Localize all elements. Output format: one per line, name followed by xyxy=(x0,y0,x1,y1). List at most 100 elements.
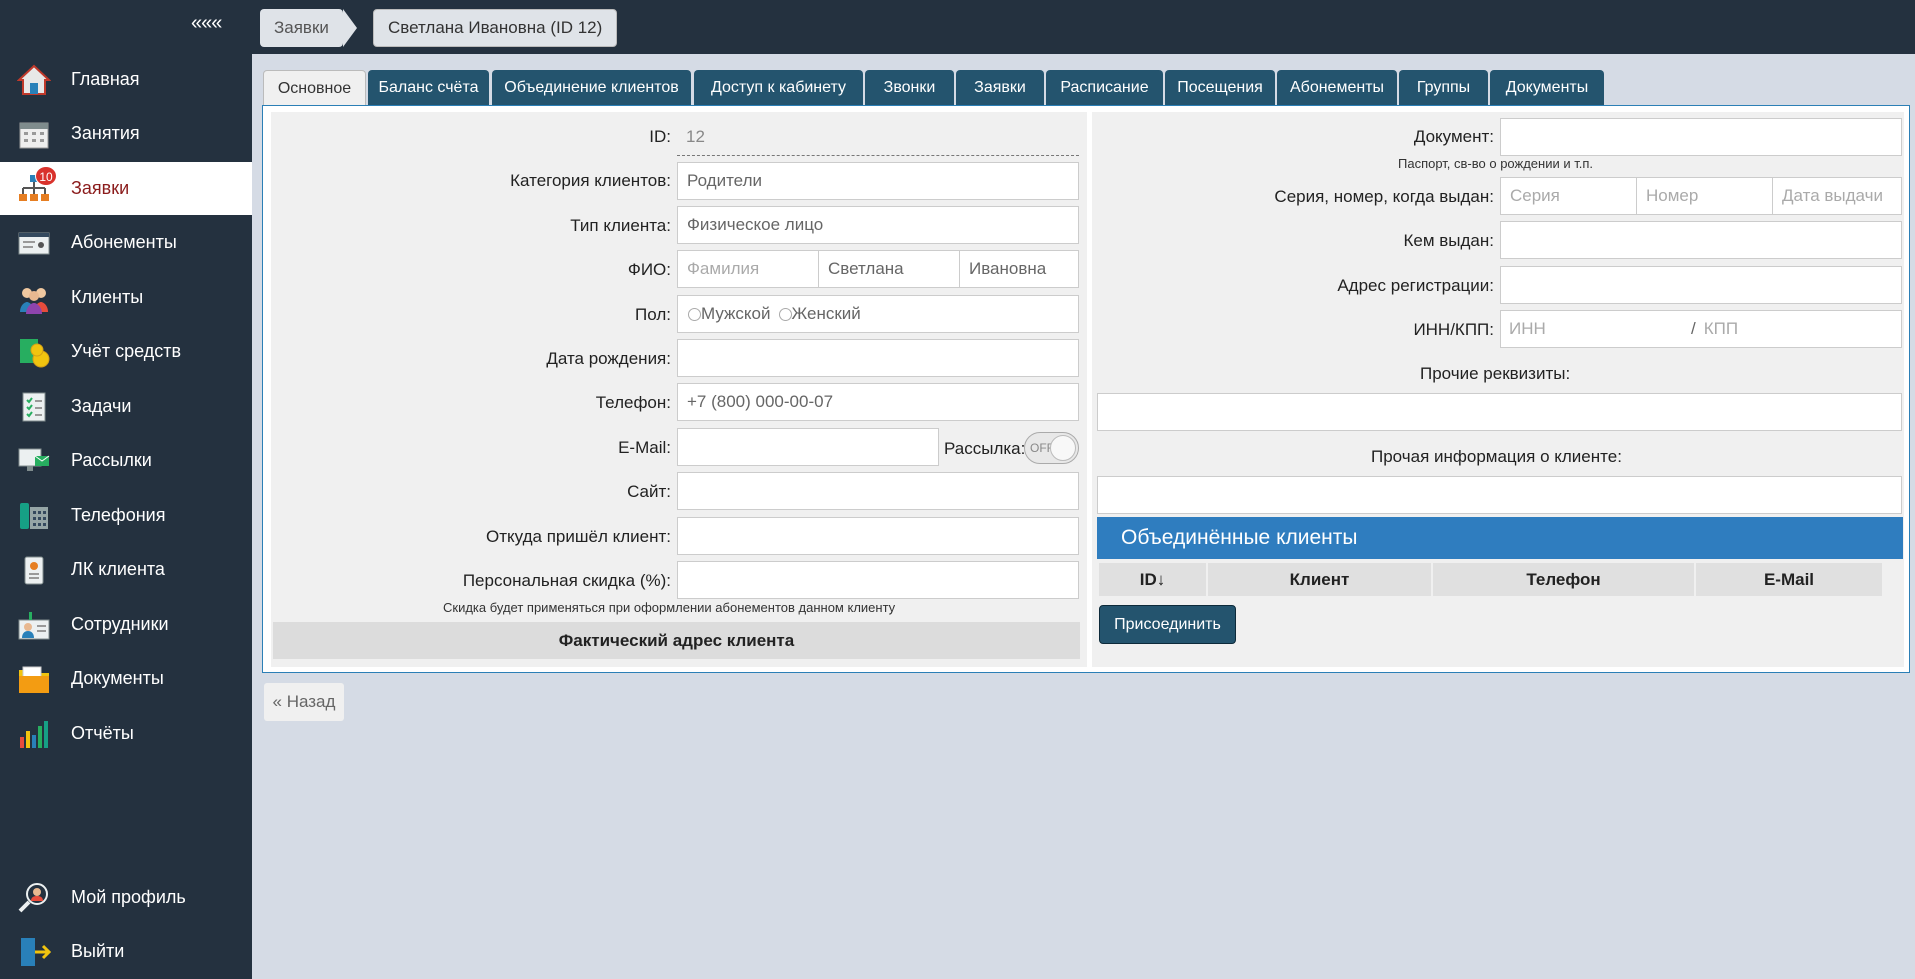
tab-merge-clients[interactable]: Объединение клиентов xyxy=(492,70,691,105)
tab-groups[interactable]: Группы xyxy=(1399,70,1488,105)
gender-label: Пол: xyxy=(635,305,671,324)
sidebar-item-label: Главная xyxy=(71,69,140,89)
sidebar-item-logout[interactable]: Выйти xyxy=(0,925,252,978)
number-input[interactable]: Номер xyxy=(1636,177,1773,215)
column-phone[interactable]: Телефон xyxy=(1433,563,1694,596)
people-icon xyxy=(17,281,51,315)
sidebar-item-documents[interactable]: Документы xyxy=(0,652,252,705)
sidebar-item-client-cabinet[interactable]: ЛК клиента xyxy=(0,543,252,596)
tab-balance[interactable]: Баланс счёта xyxy=(368,70,489,105)
series-label: Серия, номер, когда выдан: xyxy=(1274,187,1494,206)
tab-requests[interactable]: Заявки xyxy=(956,70,1044,105)
tab-subscriptions[interactable]: Абонементы xyxy=(1277,70,1397,105)
gender-male-radio[interactable] xyxy=(688,307,701,321)
phone-input[interactable]: +7 (800) 000-00-07 xyxy=(677,383,1079,421)
tab-calls[interactable]: Звонки xyxy=(865,70,954,105)
sidebar-item-lessons[interactable]: Занятия xyxy=(0,107,252,160)
kpp-input[interactable]: КПП xyxy=(1704,319,1738,339)
gender-female-radio[interactable] xyxy=(778,307,792,321)
employee-icon xyxy=(17,608,51,642)
tab-main[interactable]: Основное xyxy=(263,70,366,106)
sidebar-item-reports[interactable]: Отчёты xyxy=(0,707,252,760)
breadcrumb-requests[interactable]: Заявки xyxy=(260,9,357,47)
sidebar-item-label: Документы xyxy=(71,668,164,688)
sidebar-item-profile[interactable]: Мой профиль xyxy=(0,871,252,924)
discount-hint: Скидка будет применяться при оформлении … xyxy=(443,600,896,615)
tab-schedule[interactable]: Расписание xyxy=(1046,70,1163,105)
sidebar-item-label: Абонементы xyxy=(71,232,177,252)
tab-documents[interactable]: Документы xyxy=(1490,70,1604,105)
folder-icon xyxy=(17,662,51,696)
client-type-select[interactable]: Физическое лицо xyxy=(677,206,1079,244)
other-info-input[interactable] xyxy=(1097,476,1902,514)
column-email[interactable]: E-Mail xyxy=(1696,563,1882,596)
id-label: ID: xyxy=(649,127,671,146)
sidebar-item-home[interactable]: Главная xyxy=(0,53,252,106)
sidebar-item-employees[interactable]: Сотрудники xyxy=(0,598,252,651)
inn-input[interactable]: ИНН xyxy=(1501,319,1691,339)
sidebar-item-label: Клиенты xyxy=(71,287,144,307)
gender-female-label: Женский xyxy=(791,304,861,323)
logout-icon xyxy=(17,935,52,969)
toggle-knob xyxy=(1050,435,1076,461)
category-select[interactable]: Родители xyxy=(677,162,1079,200)
site-input[interactable] xyxy=(677,472,1079,510)
birth-date-label: Дата рождения: xyxy=(546,349,671,368)
issued-by-label: Кем выдан: xyxy=(1403,231,1494,250)
patronymic-input[interactable]: Ивановна xyxy=(959,250,1079,288)
email-input[interactable] xyxy=(677,428,939,466)
collapse-sidebar-button[interactable]: ««« xyxy=(191,12,222,35)
issued-by-input[interactable] xyxy=(1500,221,1902,259)
sidebar-item-clients[interactable]: Клиенты xyxy=(0,271,252,324)
registration-address-input[interactable] xyxy=(1500,266,1902,304)
calendar-icon xyxy=(17,117,51,151)
source-input[interactable] xyxy=(677,517,1079,555)
id-value: 12 xyxy=(677,118,1079,156)
checklist-icon xyxy=(17,390,51,424)
document-label: Документ: xyxy=(1413,127,1494,146)
issue-date-input[interactable]: Дата выдачи xyxy=(1772,177,1902,215)
surname-input[interactable]: Фамилия xyxy=(677,250,819,288)
discount-input[interactable] xyxy=(677,561,1079,599)
sidebar-item-mailings[interactable]: Рассылки xyxy=(0,434,252,487)
mailing-toggle[interactable]: OFF xyxy=(1024,432,1079,464)
gender-radio-group: Мужской Женский xyxy=(677,295,1079,333)
first-name-input[interactable]: Светлана xyxy=(818,250,960,288)
sidebar-item-label: Отчёты xyxy=(71,723,134,743)
source-label: Откуда пришёл клиент: xyxy=(486,527,671,546)
join-client-button[interactable]: Присоединить xyxy=(1099,605,1236,644)
sidebar-item-label: Задачи xyxy=(71,396,132,416)
sidebar-item-requests[interactable]: 10 Заявки xyxy=(0,162,252,215)
column-id[interactable]: ID↓ xyxy=(1099,563,1206,596)
inn-kpp-group: ИНН / КПП xyxy=(1500,310,1902,348)
birth-date-input[interactable] xyxy=(677,339,1079,377)
gender-male-label: Мужской xyxy=(701,304,771,323)
id-card-icon xyxy=(17,226,51,260)
bar-chart-icon xyxy=(17,717,51,751)
breadcrumb-current-client: Светлана Ивановна (ID 12) xyxy=(373,9,618,47)
sidebar-item-tasks[interactable]: Задачи xyxy=(0,380,252,433)
back-button[interactable]: « Назад xyxy=(264,683,344,721)
document-hint: Паспорт, св-во о рождении и т.п. xyxy=(1398,156,1593,171)
column-client[interactable]: Клиент xyxy=(1208,563,1431,596)
tab-visits[interactable]: Посещения xyxy=(1165,70,1275,105)
inn-kpp-separator: / xyxy=(1691,319,1696,338)
phone-icon xyxy=(17,499,51,533)
actual-address-section[interactable]: Фактический адрес клиента xyxy=(273,622,1080,659)
client-type-label: Тип клиента: xyxy=(570,216,671,235)
series-input[interactable]: Серия xyxy=(1500,177,1637,215)
sidebar-item-telephony[interactable]: Телефония xyxy=(0,489,252,542)
money-icon xyxy=(17,335,51,369)
other-requisites-label: Прочие реквизиты: xyxy=(1420,364,1571,383)
sidebar: ««« Главная Занятия 10 Заявки Абонементы… xyxy=(0,0,252,979)
merged-clients-header: Объединённые клиенты xyxy=(1097,517,1903,559)
sidebar-item-subscriptions[interactable]: Абонементы xyxy=(0,216,252,269)
category-label: Категория клиентов: xyxy=(510,171,671,190)
tab-cabinet-access[interactable]: Доступ к кабинету xyxy=(694,70,863,105)
phone-label: Телефон: xyxy=(595,393,671,412)
other-requisites-input[interactable] xyxy=(1097,393,1902,431)
other-info-label: Прочая информация о клиенте: xyxy=(1371,447,1622,466)
sidebar-item-label: Выйти xyxy=(71,941,125,961)
sidebar-item-finance[interactable]: Учёт средств xyxy=(0,325,252,378)
document-input[interactable] xyxy=(1500,118,1902,156)
